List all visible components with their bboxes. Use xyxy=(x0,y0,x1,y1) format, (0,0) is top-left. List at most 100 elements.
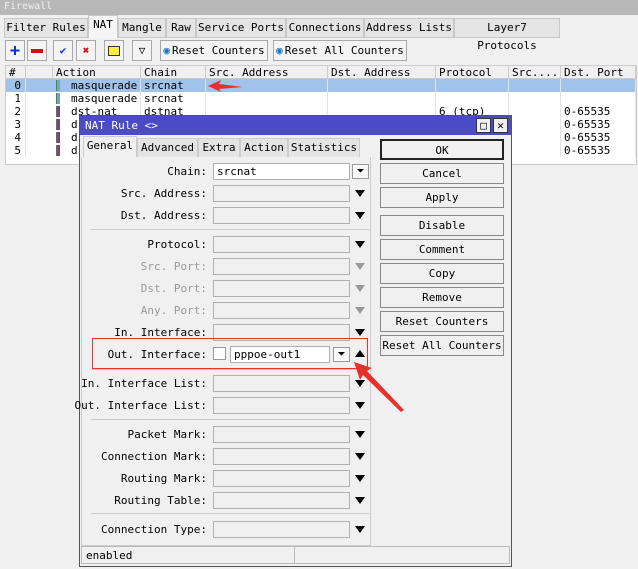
disable-button[interactable]: ✖ xyxy=(76,40,96,61)
routing-mark-input[interactable] xyxy=(213,470,350,487)
table-cell-dst-port: 0-65535 xyxy=(561,131,636,144)
reset-counters-button[interactable]: ◉ Reset Counters xyxy=(160,40,268,61)
dialog-tab-extra[interactable]: Extra xyxy=(198,138,240,158)
dialog-tab-advanced[interactable]: Advanced xyxy=(137,138,198,158)
col-flags[interactable] xyxy=(26,66,53,79)
annotation-arrow xyxy=(354,362,404,412)
table-cell xyxy=(509,144,561,157)
add-button[interactable]: + xyxy=(5,40,25,61)
col-action[interactable]: Action xyxy=(53,66,141,79)
masquerade-icon xyxy=(56,80,60,91)
reset-all-counters-button[interactable]: ◉ Reset All Counters xyxy=(273,40,407,61)
dialog-tab-general[interactable]: General xyxy=(83,136,137,159)
divider xyxy=(91,513,369,514)
reset-counters-button[interactable]: Reset Counters xyxy=(380,311,504,332)
dst-nat-icon xyxy=(56,132,60,143)
tab-mangle[interactable]: Mangle xyxy=(118,18,166,38)
ok-button[interactable]: OK xyxy=(380,139,504,160)
tab-filter-rules[interactable]: Filter Rules xyxy=(4,18,88,38)
routing-table-expand-icon[interactable] xyxy=(355,497,365,504)
chain-input[interactable]: srcnat xyxy=(213,163,350,180)
protocol-expand-icon[interactable] xyxy=(355,241,365,248)
status-bar: enabled xyxy=(81,546,510,564)
copy-button[interactable]: Copy xyxy=(380,263,504,284)
col-number[interactable]: # xyxy=(6,66,26,79)
x-icon: ✖ xyxy=(82,44,90,57)
src-address-label: Src. Address: xyxy=(120,187,207,200)
table-cell-dst-port xyxy=(561,79,636,92)
table-cell-chain: srcnat xyxy=(141,92,206,105)
enable-button[interactable]: ✔ xyxy=(53,40,73,61)
table-cell xyxy=(509,118,561,131)
tab-connections[interactable]: Connections xyxy=(286,18,364,38)
src-address-expand-icon[interactable] xyxy=(355,190,365,197)
table-cell-dst-port: 0-65535 xyxy=(561,144,636,157)
connection-type-expand-icon[interactable] xyxy=(355,526,365,533)
in-interface-expand-icon[interactable] xyxy=(355,329,365,336)
dst-address-expand-icon[interactable] xyxy=(355,212,365,219)
table-cell xyxy=(509,79,561,92)
connection-type-input[interactable] xyxy=(213,521,350,538)
status-divider xyxy=(294,547,295,563)
routing-mark-expand-icon[interactable] xyxy=(355,475,365,482)
reset-icon: ◉ xyxy=(276,44,283,57)
src-address-input[interactable] xyxy=(213,185,350,202)
dst-port-label: Dst. Port: xyxy=(140,282,207,295)
tab-nat[interactable]: NAT xyxy=(88,15,118,38)
table-cell-chain: srcnat xyxy=(141,79,206,92)
col-dst-address[interactable]: Dst. Address xyxy=(328,66,436,79)
tab-layer7-protocols[interactable]: Layer7 Protocols xyxy=(454,18,560,52)
in-interface-list-label: In. Interface List: xyxy=(81,377,207,390)
routing-table-input[interactable] xyxy=(213,492,350,509)
dialog-title-bar[interactable]: NAT Rule <> □ ✕ xyxy=(80,116,511,135)
dialog-tab-statistics[interactable]: Statistics xyxy=(288,138,360,158)
dialog-tab-action[interactable]: Action xyxy=(240,138,288,158)
col-chain[interactable]: Chain xyxy=(141,66,206,79)
dialog-title: NAT Rule <> xyxy=(85,119,158,132)
col-src-port[interactable]: Src.... xyxy=(509,66,561,79)
comment-button[interactable] xyxy=(104,40,124,61)
col-protocol[interactable]: Protocol xyxy=(436,66,509,79)
routing-mark-label: Routing Mark: xyxy=(120,472,207,485)
tab-address-lists[interactable]: Address Lists xyxy=(364,18,454,38)
close-button[interactable]: ✕ xyxy=(493,118,508,133)
in-interface-list-input[interactable] xyxy=(213,375,350,392)
table-cell-dst-port: 0-65535 xyxy=(561,118,636,131)
check-icon: ✔ xyxy=(59,44,67,57)
table-cell-protocol xyxy=(436,79,509,92)
tab-raw[interactable]: Raw xyxy=(166,18,196,38)
apply-button[interactable]: Apply xyxy=(380,187,504,208)
connection-mark-input[interactable] xyxy=(213,448,350,465)
disable-button[interactable]: Disable xyxy=(380,215,504,236)
dst-port-input[interactable] xyxy=(213,280,350,297)
divider xyxy=(91,369,369,370)
remove-button[interactable] xyxy=(27,40,47,61)
any-port-input[interactable] xyxy=(213,302,350,319)
table-cell-num: 1 xyxy=(6,92,26,105)
remove-button[interactable]: Remove xyxy=(380,287,504,308)
tab-service-ports[interactable]: Service Ports xyxy=(196,18,286,38)
packet-mark-expand-icon[interactable] xyxy=(355,431,365,438)
out-interface-list-input[interactable] xyxy=(213,397,350,414)
remove-icon xyxy=(31,48,43,53)
connection-type-label: Connection Type: xyxy=(101,523,207,536)
close-icon: ✕ xyxy=(497,119,504,132)
cancel-button[interactable]: Cancel xyxy=(380,163,504,184)
packet-mark-input[interactable] xyxy=(213,426,350,443)
col-dst-port[interactable]: Dst. Port xyxy=(561,66,636,79)
status-text: enabled xyxy=(86,549,133,562)
reset-all-counters-button[interactable]: Reset All Counters xyxy=(380,335,504,356)
filter-button[interactable]: ▽ xyxy=(132,40,152,61)
table-cell xyxy=(509,131,561,144)
masquerade-icon xyxy=(56,93,60,104)
protocol-input[interactable] xyxy=(213,236,350,253)
comment-button[interactable]: Comment xyxy=(380,239,504,260)
src-port-expand-icon xyxy=(355,263,365,270)
dst-address-input[interactable] xyxy=(213,207,350,224)
maximize-button[interactable]: □ xyxy=(476,118,491,133)
chain-dropdown-button[interactable]: ⏷ xyxy=(352,164,369,179)
connection-mark-expand-icon[interactable] xyxy=(355,453,365,460)
table-row[interactable]: 0 masquerade srcnat xyxy=(6,79,636,92)
table-row[interactable]: 1 masquerade srcnat xyxy=(6,92,636,105)
src-port-input[interactable] xyxy=(213,258,350,275)
